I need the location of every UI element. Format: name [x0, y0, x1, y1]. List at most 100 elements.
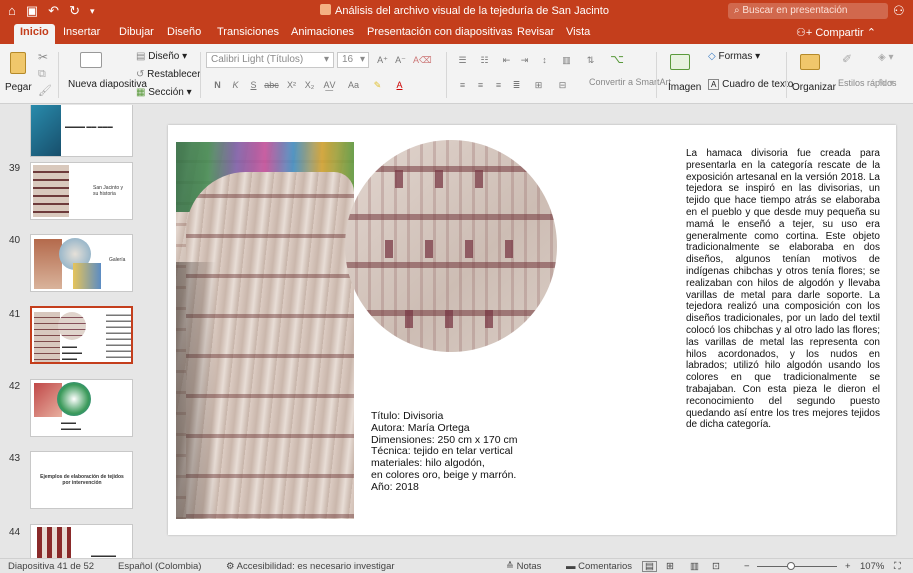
slide-41[interactable]: Título: Divisoria Autora: María Ortega D…	[168, 125, 896, 535]
tab-presentacion[interactable]: Presentación con diapositivas	[367, 26, 513, 38]
italic-icon[interactable]: K	[228, 78, 243, 93]
zoom-out-icon[interactable]: −	[744, 561, 750, 572]
new-slide-button[interactable]: Nueva diapositiva	[68, 80, 147, 90]
clear-format-icon[interactable]: A⌫	[413, 53, 432, 68]
text-box-options-icon[interactable]: ⊟	[555, 78, 570, 93]
quick-styles-icon[interactable]: ✐	[842, 52, 852, 66]
superscript-icon[interactable]: X²	[284, 78, 299, 93]
text-direction-icon[interactable]: ⇅	[583, 53, 598, 68]
artwork-caption-textbox[interactable]: Título: Divisoria Autora: María Ortega D…	[371, 410, 517, 494]
slide-thumbnail-41-selected[interactable]: ▬▬▬ ▬▬▬▬ ▬▬▬ ▬▬▬▬▬ ▬▬▬▬▬ ▬▬▬▬▬ ▬▬▬▬▬ ▬▬▬▬▬…	[30, 306, 133, 364]
thumbnail-text: ▬▬▬▬▬ ▬▬▬▬▬ ▬▬▬▬▬ ▬▬▬▬▬ ▬▬▬▬▬ ▬▬▬▬▬ ▬▬▬▬…	[106, 312, 131, 360]
align-text-icon[interactable]: ⊞	[531, 78, 546, 93]
status-bar: Diapositiva 41 de 52 Español (Colombia) …	[0, 558, 913, 573]
slideshow-icon[interactable]: ⊡	[712, 561, 720, 572]
description-textbox[interactable]: La hamaca divisoria fue creada para pres…	[686, 148, 880, 431]
tab-insertar[interactable]: Insertar	[63, 26, 100, 38]
textbox-button[interactable]: A Cuadro de texto	[708, 79, 793, 90]
fit-to-window-icon[interactable]: ⛶	[894, 561, 901, 572]
zoom-slider[interactable]	[757, 566, 837, 567]
shapes-button[interactable]: ◇ Formas ▾	[708, 51, 760, 62]
tab-diseno[interactable]: Diseño	[167, 26, 201, 38]
slide-thumbnail-43[interactable]: Ejemplos de elaboración de tejidos por i…	[30, 451, 133, 509]
increase-font-icon[interactable]: A⁺	[375, 53, 390, 68]
tab-vista[interactable]: Vista	[566, 26, 590, 38]
convert-smartart-button[interactable]: Convertir a SmartArt	[589, 78, 671, 87]
shape-outline-icon[interactable]: ✎ ▾	[878, 78, 894, 89]
comments-button[interactable]: ▬ Comentarios	[566, 561, 632, 572]
reading-view-icon[interactable]: ▥	[690, 561, 699, 572]
slide-thumbnail-pane[interactable]: ▬▬▬▬ ▬▬ ▬▬▬ 39 San Jacinto y su historia…	[0, 105, 148, 558]
notes-button[interactable]: ≙ Notas	[506, 561, 541, 572]
font-size-select[interactable]: 16 ▾	[337, 52, 369, 68]
decrease-indent-icon[interactable]: ⇤	[499, 53, 514, 68]
highlight-icon[interactable]: ✎	[370, 78, 385, 93]
tab-dibujar[interactable]: Dibujar	[119, 26, 154, 38]
slide-thumbnail-44[interactable]: ▬▬▬▬▬	[30, 524, 133, 558]
share-button[interactable]: ⚇+ Compartir ⌃	[796, 26, 876, 39]
justify-icon[interactable]: ≣	[509, 78, 524, 93]
tab-revisar[interactable]: Revisar	[517, 26, 554, 38]
bullets-icon[interactable]: ☰	[455, 53, 470, 68]
strikethrough-icon[interactable]: abc	[264, 78, 279, 93]
shape-fill-icon[interactable]: ◈ ▾	[878, 52, 894, 63]
cut-icon[interactable]: ✂	[38, 50, 48, 64]
bold-icon[interactable]: N	[210, 78, 225, 93]
hammock-photo[interactable]	[176, 142, 354, 519]
zoom-level[interactable]: 107%	[860, 561, 884, 572]
paste-icon[interactable]	[10, 52, 26, 74]
ribbon: Pegar ✂ ⧉ 🖌 Nueva diapositiva ▤ Diseño ▾…	[0, 44, 913, 104]
customize-toolbar-icon[interactable]: ▾	[90, 3, 95, 19]
textile-detail-circle-image[interactable]	[345, 140, 557, 352]
quick-styles-button[interactable]: Estilos rápidos	[838, 78, 897, 88]
slide-thumbnail-39[interactable]: San Jacinto y su historia	[30, 162, 133, 220]
tab-inicio[interactable]: Inicio	[14, 24, 55, 44]
new-slide-icon[interactable]	[80, 52, 102, 68]
columns-icon[interactable]: ▥	[559, 53, 574, 68]
align-center-icon[interactable]: ≡	[473, 78, 488, 93]
slide-thumbnail-42[interactable]: ▬▬▬ ▬▬▬▬	[30, 379, 133, 437]
image-button[interactable]: Imagen	[668, 82, 701, 93]
slide-thumbnail-38[interactable]: ▬▬▬▬ ▬▬ ▬▬▬	[30, 105, 133, 157]
arrange-icon[interactable]	[800, 54, 820, 70]
paste-button[interactable]: Pegar	[5, 82, 32, 93]
undo-icon[interactable]: ↶	[48, 3, 59, 19]
slide-sorter-icon[interactable]: ⊞	[666, 561, 674, 572]
align-right-icon[interactable]: ≡	[491, 78, 506, 93]
section-button[interactable]: ▦ Sección ▾	[136, 87, 192, 98]
save-icon[interactable]: ▣	[26, 3, 38, 19]
tab-transiciones[interactable]: Transiciones	[217, 26, 279, 38]
font-color-icon[interactable]: A	[392, 78, 407, 93]
copy-icon[interactable]: ⧉	[38, 68, 46, 81]
line-spacing-icon[interactable]: ↕	[537, 53, 552, 68]
search-input[interactable]: ⌕ Buscar en presentación	[728, 3, 888, 19]
format-painter-icon[interactable]: 🖌	[38, 84, 52, 97]
language-indicator[interactable]: Español (Colombia)	[118, 561, 201, 572]
layout-button[interactable]: ▤ Diseño ▾	[136, 51, 187, 62]
caption-line: Año: 2018	[371, 480, 419, 493]
underline-icon[interactable]: S	[246, 78, 261, 93]
font-name-select[interactable]: Calibri Light (Títulos) ▾	[206, 52, 334, 68]
increase-indent-icon[interactable]: ⇥	[517, 53, 532, 68]
char-spacing-icon[interactable]: A͟V	[322, 78, 337, 93]
redo-icon[interactable]: ↻	[69, 3, 80, 19]
home-icon[interactable]: ⌂	[8, 3, 16, 19]
zoom-in-icon[interactable]: +	[845, 561, 851, 572]
subscript-icon[interactable]: X₂	[302, 78, 317, 93]
slide-thumbnail-40[interactable]: Galería	[30, 234, 133, 292]
change-case-icon[interactable]: Aa	[346, 78, 361, 93]
caption-line: en colores oro, beige y marrón.	[371, 468, 517, 481]
align-left-icon[interactable]: ≡	[455, 78, 470, 93]
tab-animaciones[interactable]: Animaciones	[291, 26, 354, 38]
numbering-icon[interactable]: ☷	[477, 53, 492, 68]
reset-button[interactable]: ↺ Restablecer	[136, 69, 201, 80]
smartart-icon[interactable]: ⌥	[608, 52, 626, 68]
zoom-slider-handle[interactable]	[787, 562, 795, 570]
decrease-font-icon[interactable]: A⁻	[393, 53, 408, 68]
normal-view-icon[interactable]: ▤	[642, 561, 657, 572]
arrange-button[interactable]: Organizar	[792, 82, 836, 93]
accessibility-indicator[interactable]: ⚙ Accesibilidad: es necesario investigar	[226, 561, 395, 572]
image-icon[interactable]	[670, 54, 690, 70]
user-account-icon[interactable]: ⚇	[893, 3, 905, 19]
slide-canvas[interactable]: Título: Divisoria Autora: María Ortega D…	[148, 105, 913, 558]
